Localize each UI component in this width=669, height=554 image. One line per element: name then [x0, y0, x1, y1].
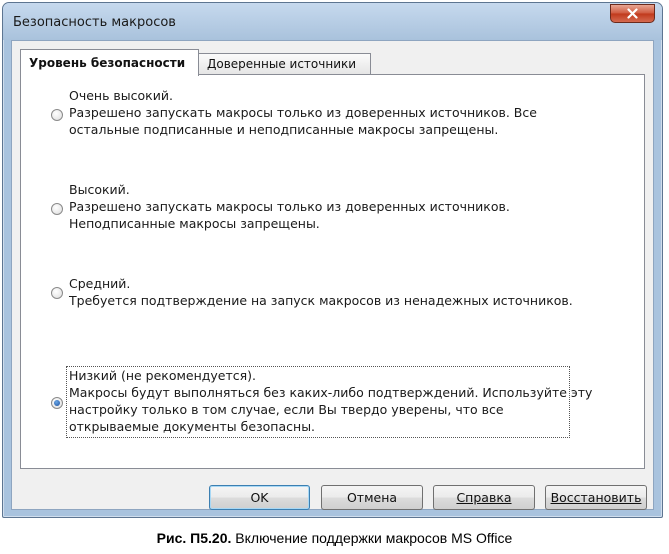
restore-button[interactable]: Восстановить [545, 485, 647, 510]
window-title: Безопасность макросов [13, 15, 176, 30]
radio-medium[interactable] [51, 287, 63, 299]
option-description-line: Неподписанные макросы запрещены. [69, 216, 320, 231]
option-heading: Очень высокий. [69, 88, 173, 103]
tab-security-level[interactable]: Уровень безопасности [20, 49, 199, 76]
option-description-line: Макросы будут выполняться без каких-либо… [69, 385, 593, 400]
option-heading: Средний. [69, 276, 131, 291]
help-button[interactable]: Справка [433, 485, 535, 510]
option-description-line: открываемые документы безопасны. [69, 419, 316, 434]
option-description-line: Разрешено запускать макросы только из до… [69, 199, 510, 214]
option-heading: Низкий (не рекомендуется). [69, 368, 257, 383]
help-button-label: Справка [456, 490, 512, 505]
caption-text: Включение поддержки макросов MS Office [231, 530, 513, 546]
option-description-line: остальные подписанные и неподписанные ма… [69, 122, 499, 137]
title-bar[interactable]: Безопасность макросов [3, 3, 662, 40]
figure-caption: Рис. П5.20. Включение поддержки макросов… [0, 530, 669, 546]
option-heading: Высокий. [69, 182, 130, 197]
caption-label: Рис. П5.20. [156, 530, 232, 546]
ok-button[interactable]: OK [209, 485, 310, 510]
macro-security-dialog: Безопасность макросов Уровень безопаснос… [2, 2, 663, 518]
security-level-panel: Очень высокий. Разрешено запускать макро… [20, 74, 645, 469]
option-description-line: настройку только в том случае, если Вы т… [69, 402, 504, 417]
radio-low[interactable] [51, 397, 63, 409]
option-description-line: Требуется подтверждение на запуск макрос… [69, 293, 573, 308]
option-description-line: Разрешено запускать макросы только из до… [69, 105, 537, 120]
radio-very-high[interactable] [51, 109, 63, 121]
radio-high[interactable] [51, 203, 63, 215]
cancel-button[interactable]: Отмена [321, 485, 423, 510]
tab-trusted-sources[interactable]: Доверенные источники [198, 53, 371, 75]
close-icon [627, 8, 638, 19]
restore-button-label: Восстановить [550, 490, 642, 505]
dialog-client-area: Уровень безопасности Доверенные источник… [11, 40, 654, 510]
close-button[interactable] [610, 4, 655, 23]
